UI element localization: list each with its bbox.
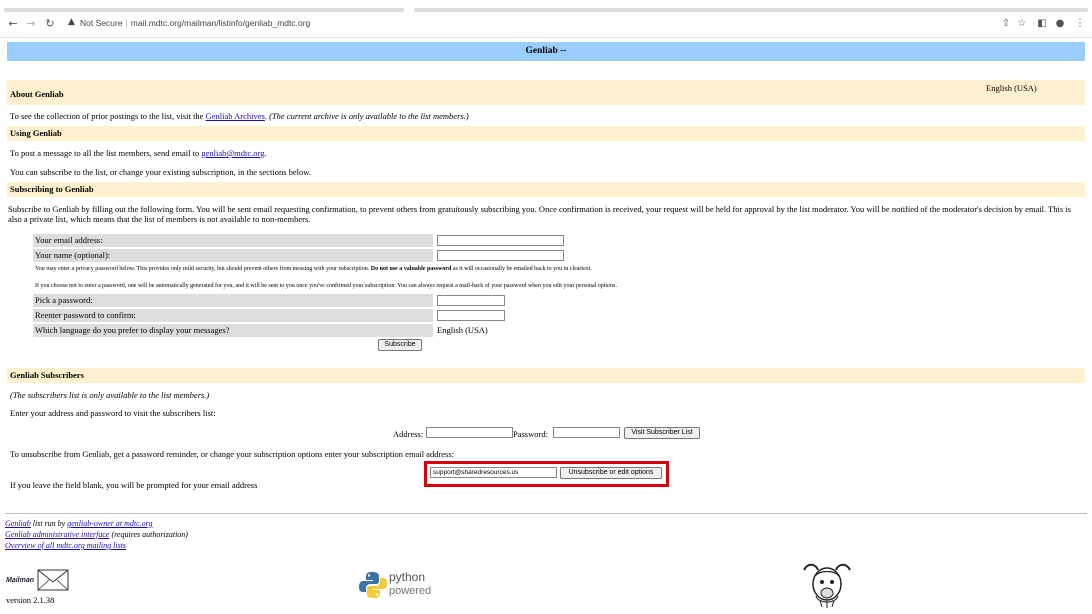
gnu-head-icon <box>803 563 851 608</box>
pick-password-label: Pick a password: <box>33 294 433 307</box>
email-label: Your email address: <box>33 234 433 247</box>
footer-admin: Genliab administrative interface (requir… <box>5 530 188 539</box>
address-label: Address: <box>393 429 424 439</box>
python-text: python <box>389 570 426 584</box>
footer-run-by: Genliab list run by genliab-owner at mdt… <box>5 519 152 528</box>
about-heading: About Genliab <box>7 80 981 105</box>
gnu-logo[interactable] <box>800 560 854 608</box>
url-value: mail.mdtc.org/mailman/listinfo/genliab_m… <box>130 18 311 28</box>
powered-text: powered <box>389 585 432 597</box>
overview-link[interactable]: Overview of all mdtc.org mailing lists <box>5 541 126 550</box>
reenter-password-label: Reenter password to confirm: <box>33 309 433 322</box>
privacy-note: You may enter a privacy password below. … <box>35 266 592 272</box>
about-text-prefix: To see the collection of prior postings … <box>10 111 206 121</box>
mailman-envelope-icon: Mailman <box>6 569 69 591</box>
blank-field-note: If you leave the field blank, you will b… <box>10 480 258 490</box>
admin-interface-link[interactable]: Genliab administrative interface <box>5 530 109 539</box>
back-arrow-icon[interactable]: ← <box>6 17 20 31</box>
archive-note: (The current archive is only available t… <box>269 111 469 121</box>
page-title: Genliab -- <box>7 42 1085 61</box>
owner-link[interactable]: genliab-owner at mdtc.org <box>67 519 152 528</box>
admin-suffix: (requires authorization) <box>109 530 188 539</box>
using-heading: Using Genliab <box>7 126 1085 141</box>
forward-arrow-icon[interactable]: → <box>24 17 38 31</box>
privacy-note-prefix: You may enter a privacy password below. … <box>35 266 371 272</box>
language-indicator: English (USA) <box>981 80 1085 105</box>
highlight-box <box>424 461 669 487</box>
post-email-link[interactable]: genliab@mdtc.org <box>201 148 264 158</box>
mailman-logo-text: Mailman <box>6 577 34 584</box>
python-icon <box>359 572 387 598</box>
language-select[interactable]: English (USA) <box>437 325 488 335</box>
footer-overview: Overview of all mdtc.org mailing lists <box>5 541 126 550</box>
unsubscribe-text: To unsubscribe from Genliab, get a passw… <box>10 449 455 459</box>
bookmark-star-icon[interactable]: ☆ <box>1016 17 1028 31</box>
archives-link[interactable]: Genliab Archives <box>206 111 265 121</box>
subscribers-heading: Genliab Subscribers <box>7 368 1085 383</box>
pick-password-input[interactable] <box>437 295 505 306</box>
footer-divider <box>5 513 1087 514</box>
share-icon[interactable]: ⇧ <box>1000 17 1012 31</box>
privacy-note-bold: Do not use a valuable password <box>370 266 452 272</box>
python-powered-logo[interactable]: python powered <box>358 570 438 602</box>
address-input[interactable] <box>426 427 513 438</box>
subscribe-name-input[interactable] <box>437 250 564 261</box>
name-label: Your name (optional): <box>33 249 433 262</box>
tab-strip <box>0 0 1092 12</box>
subscribe-button[interactable]: Subscribe <box>378 339 422 351</box>
password-input[interactable] <box>553 427 620 438</box>
subscribe-email-input[interactable] <box>437 235 564 246</box>
subscribing-description: Subscribe to Genliab by filling out the … <box>8 204 1071 224</box>
tab-bar-right[interactable] <box>414 8 1088 12</box>
address-bar[interactable]: ▲ Not Secure | mail.mdtc.org/mailman/listi… <box>60 15 1020 33</box>
sidebar-icon[interactable]: ◧ <box>1036 17 1048 31</box>
tab-bar-left[interactable] <box>4 8 404 12</box>
mailman-logo[interactable]: Mailman <box>4 566 70 594</box>
post-text-prefix: To post a message to all the list member… <box>10 148 202 158</box>
post-text-suffix: . <box>264 148 267 158</box>
subscribers-note: (The subscribers list is only available … <box>10 390 210 400</box>
reenter-password-input[interactable] <box>437 310 505 321</box>
browser-chrome: ← → ↻ ▲ Not Secure | mail.mdtc.org/mailman… <box>0 0 1092 38</box>
visit-subscriber-list-button[interactable]: Visit Subscriber List <box>624 427 700 439</box>
menu-dots-icon[interactable]: ⋮ <box>1074 17 1086 31</box>
warning-triangle-icon: ▲ <box>68 17 75 27</box>
version-text: version 2.1.38 <box>6 595 55 605</box>
password-label: Password: <box>513 429 548 439</box>
list-info-link[interactable]: Genliab <box>5 519 31 528</box>
password-note: If you choose not to enter a password, o… <box>35 283 617 289</box>
subscribing-heading: Subscribing to Genliab <box>7 182 1085 197</box>
profile-icon[interactable]: ● <box>1054 17 1066 31</box>
run-by-text: list run by <box>30 519 68 528</box>
subscribe-intro-text: You can subscribe to the list, or change… <box>10 167 311 177</box>
not-secure-label: Not Secure <box>80 18 123 28</box>
about-text: To see the collection of prior postings … <box>10 111 469 121</box>
subscribers-enter-text: Enter your address and password to visit… <box>10 408 216 418</box>
privacy-note-suffix: as it will occasionally be emailed back … <box>451 266 592 272</box>
language-label: Which language do you prefer to display … <box>33 324 433 337</box>
reload-icon[interactable]: ↻ <box>43 17 57 31</box>
url-text[interactable]: Not Secure | mail.mdtc.org/mailman/listinf… <box>80 18 310 28</box>
post-text: To post a message to all the list member… <box>10 148 267 158</box>
